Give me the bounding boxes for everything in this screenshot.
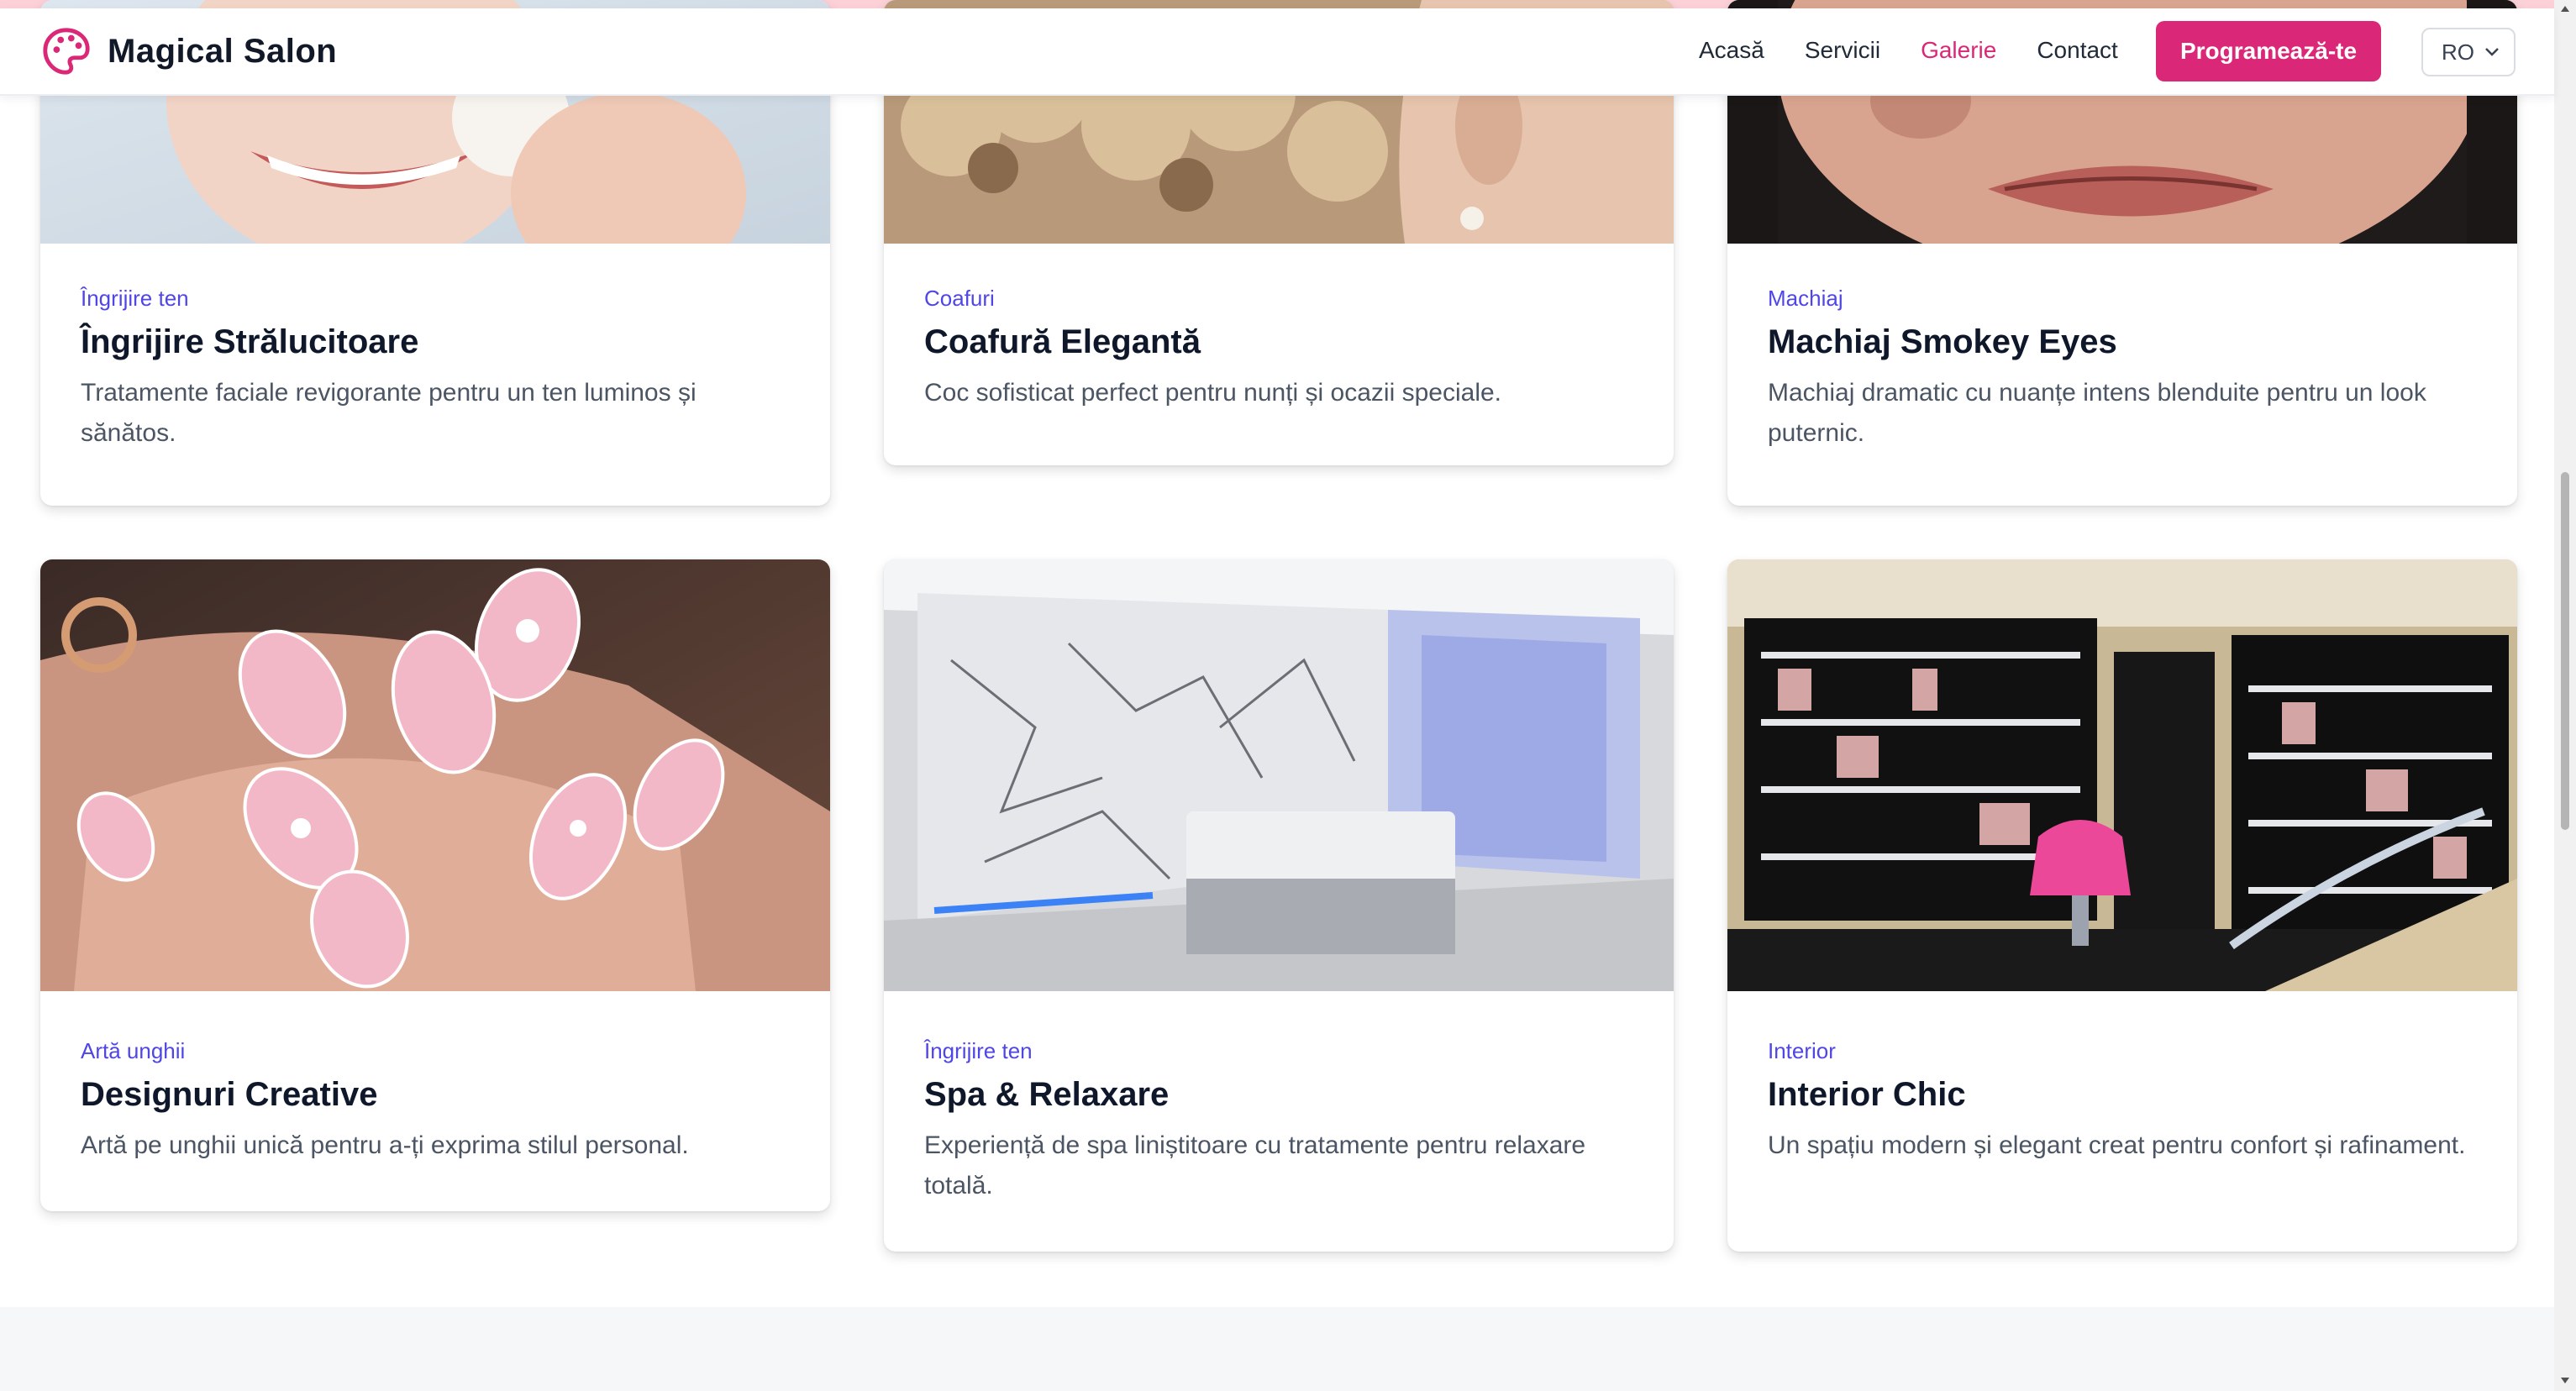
card-title: Spa & Relaxare xyxy=(924,1076,1170,1113)
nav-links: Acasă Servicii Galerie Contact xyxy=(1699,37,2158,64)
scroll-down-arrow-icon[interactable] xyxy=(2559,1374,2571,1386)
language-select[interactable]: RO xyxy=(2421,28,2516,76)
card-description: Machiaj dramatic cu nuanțe intens blendu… xyxy=(1768,379,2426,447)
language-value: RO xyxy=(2442,39,2474,65)
brand-logo[interactable]: Magical Salon xyxy=(40,25,337,77)
card-description: Experiență de spa liniștitoare cu tratam… xyxy=(924,1131,1586,1199)
nav-link-contact[interactable]: Contact xyxy=(2037,37,2118,64)
scroll-up-arrow-icon[interactable] xyxy=(2559,3,2571,15)
salon-interior-photo xyxy=(1727,559,2517,991)
nav-link-acasa[interactable]: Acasă xyxy=(1699,37,1764,64)
nav-link-servicii[interactable]: Servicii xyxy=(1805,37,1880,64)
palette-icon xyxy=(43,28,90,75)
card-description: Tratamente faciale revigorante pentru un… xyxy=(81,379,697,447)
card-title: Designuri Creative xyxy=(81,1076,378,1113)
nav-link-galerie[interactable]: Galerie xyxy=(1921,37,1996,64)
chevron-down-icon xyxy=(2485,48,2499,56)
top-navbar: Magical Salon Acasă Servicii Galerie Con… xyxy=(0,8,2554,96)
gallery-card[interactable]: Artă unghii Designuri Creative Artă pe u… xyxy=(40,559,830,1211)
card-category: Îngrijire ten xyxy=(924,1038,1033,1063)
gallery-card[interactable]: Îngrijire ten Spa & Relaxare Experiență … xyxy=(884,559,1674,1252)
card-category: Machiaj xyxy=(1768,286,1843,311)
card-description: Coc sofisticat perfect pentru nunți și o… xyxy=(924,379,1501,407)
pink-nails-photo xyxy=(40,559,830,991)
spa-room-photo xyxy=(884,559,1674,991)
brand-name: Magical Salon xyxy=(108,32,338,70)
card-title: Machiaj Smokey Eyes xyxy=(1768,323,2117,360)
card-category: Îngrijire ten xyxy=(81,286,189,311)
footer-section xyxy=(0,1307,2554,1391)
card-description: Un spațiu modern și elegant creat pentru… xyxy=(1768,1131,2466,1159)
gallery-card[interactable]: Interior Interior Chic Un spațiu modern … xyxy=(1727,559,2517,1252)
card-title: Îngrijire Strălucitoare xyxy=(81,323,419,360)
card-description: Artă pe unghii unică pentru a-ți exprima… xyxy=(81,1131,689,1159)
gallery-grid: Îngrijire ten Îngrijire Strălucitoare Tr… xyxy=(40,0,2517,1391)
book-appointment-button[interactable]: Programează-te xyxy=(2156,21,2381,81)
card-title: Interior Chic xyxy=(1768,1076,1966,1113)
card-category: Artă unghii xyxy=(81,1038,186,1063)
scrollbar-thumb[interactable] xyxy=(2561,472,2569,830)
card-title: Coafură Elegantă xyxy=(924,323,1201,360)
card-category: Coafuri xyxy=(924,286,995,311)
card-category: Interior xyxy=(1768,1038,1836,1063)
